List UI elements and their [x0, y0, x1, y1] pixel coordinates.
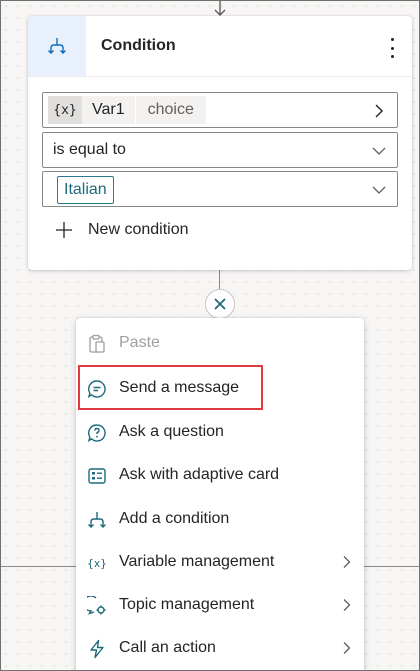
card-header: Condition [28, 16, 412, 76]
branch-connector-left [0, 566, 76, 567]
topic-gear-icon [87, 596, 107, 616]
condition-card[interactable]: Condition {x} Var1 choice is equal to It… [28, 16, 412, 270]
chevron-right-icon [375, 104, 383, 118]
value-chip: Italian [57, 176, 114, 204]
new-condition-button[interactable]: New condition [54, 220, 189, 240]
variable-name: Var1 [82, 96, 135, 124]
variable-icon: {x} [48, 96, 82, 124]
highlight-box [78, 365, 263, 410]
variable-icon: {x} [87, 553, 107, 573]
variable-selector[interactable]: {x} Var1 choice [42, 92, 398, 128]
value-dropdown[interactable]: Italian [42, 171, 398, 207]
svg-text:{x}: {x} [87, 557, 107, 570]
chevron-down-icon [372, 186, 386, 194]
plus-icon [56, 222, 72, 238]
chevron-down-icon [372, 147, 386, 155]
condition-branch-icon [28, 16, 86, 76]
chevron-right-icon [343, 599, 351, 611]
menu-item-adaptive-card[interactable]: Ask with adaptive card [76, 454, 364, 497]
question-bubble-icon [87, 423, 107, 443]
menu-item-ask-question[interactable]: Ask a question [76, 411, 364, 454]
operator-dropdown[interactable]: is equal to [42, 132, 398, 168]
menu-item-call-action[interactable]: Call an action [76, 627, 364, 670]
menu-item-topic-management[interactable]: Topic management [76, 584, 364, 627]
close-menu-button[interactable] [205, 289, 235, 319]
adaptive-card-icon [87, 466, 107, 486]
new-condition-label: New condition [88, 221, 189, 238]
branch-icon [87, 510, 107, 530]
clipboard-icon [87, 334, 107, 354]
connector-line [219, 270, 220, 290]
divider [28, 76, 412, 77]
card-title: Condition [101, 37, 176, 54]
more-options-icon[interactable] [384, 38, 400, 58]
variable-chip: {x} Var1 choice [48, 96, 206, 124]
operator-value: is equal to [53, 141, 126, 158]
lightning-icon [87, 639, 107, 659]
branch-connector-right [364, 566, 420, 567]
chevron-right-icon [343, 642, 351, 654]
menu-item-variable-management[interactable]: {x} Variable management [76, 541, 364, 584]
menu-item-paste[interactable]: Paste [76, 322, 364, 365]
chevron-right-icon [343, 556, 351, 568]
variable-type: choice [134, 96, 206, 124]
close-icon [214, 298, 226, 310]
menu-item-add-condition[interactable]: Add a condition [76, 498, 364, 541]
